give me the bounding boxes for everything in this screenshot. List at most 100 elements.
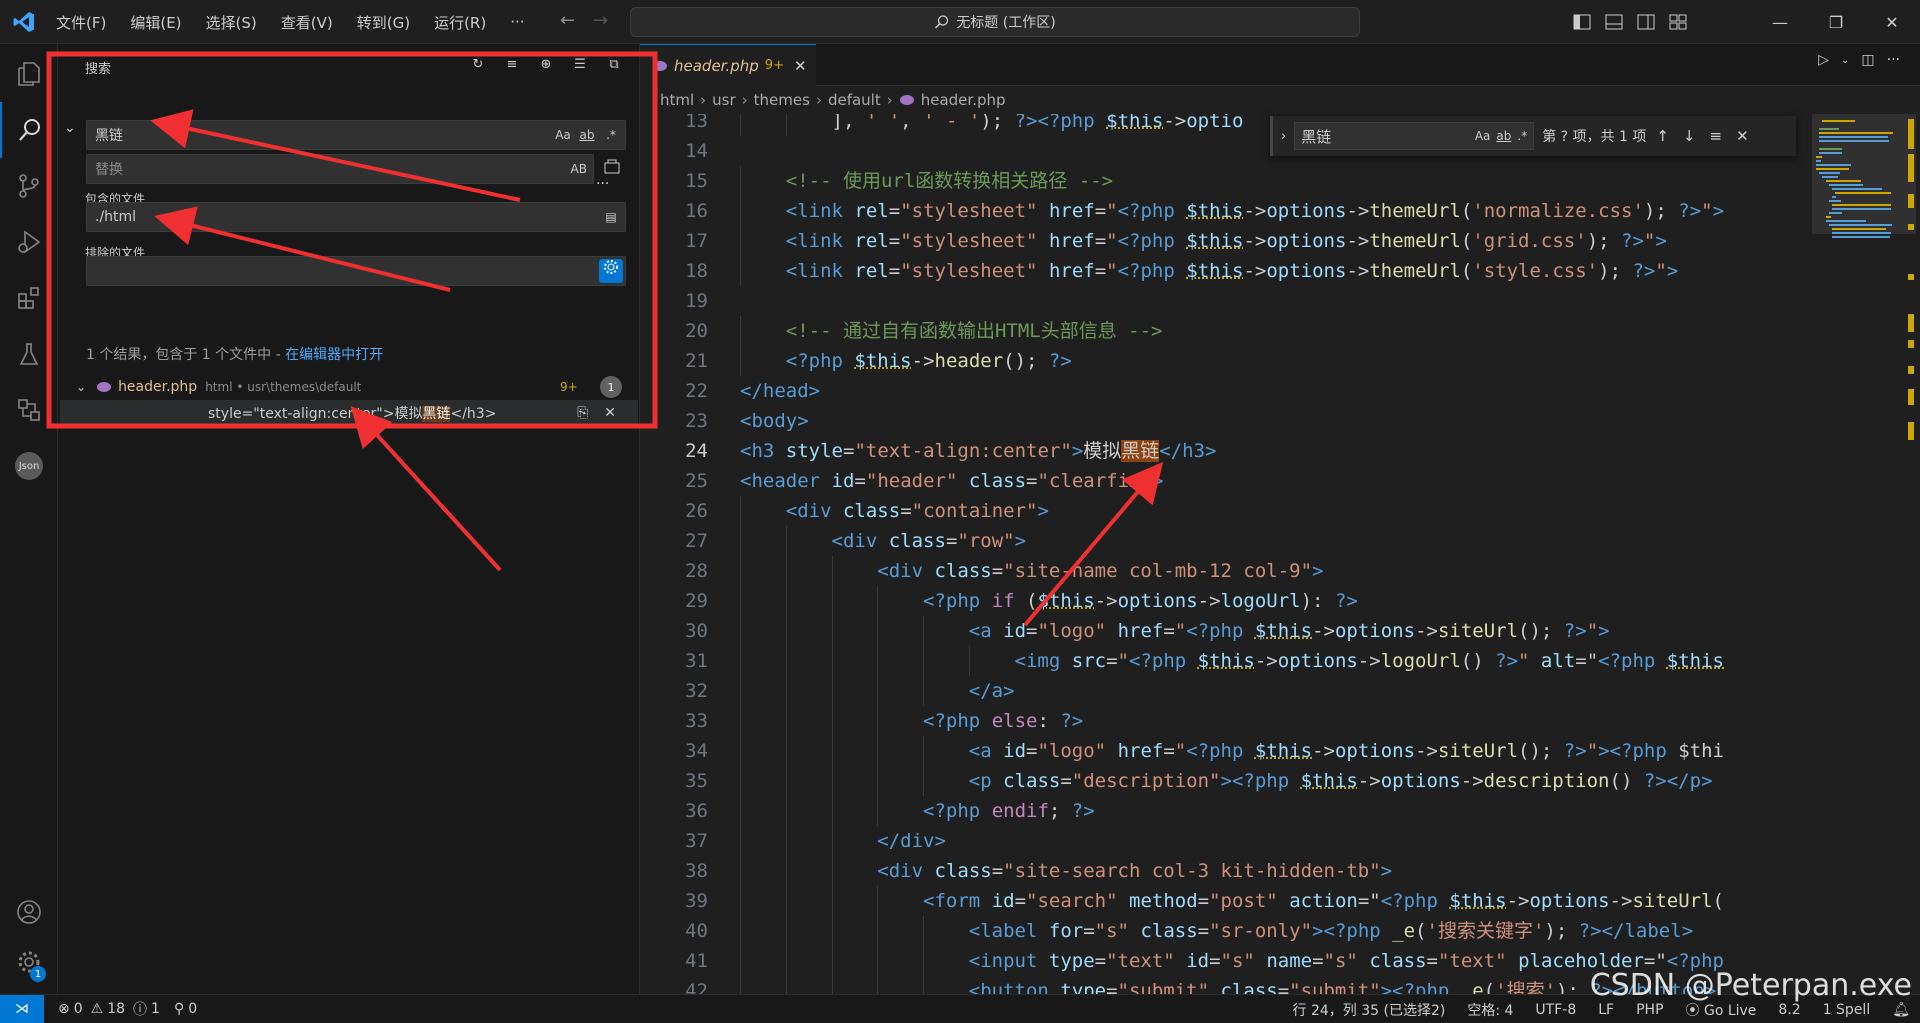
breadcrumb-item[interactable]: default bbox=[828, 91, 881, 109]
breadcrumb-item[interactable]: themes bbox=[754, 91, 810, 109]
find-input[interactable]: 黑链 Aa ab .* bbox=[1294, 122, 1534, 150]
code-line[interactable]: 33 <?php else: ?> bbox=[640, 706, 1810, 736]
use-exclude-settings-icon[interactable] bbox=[599, 259, 623, 283]
replace-input[interactable]: 替换 AB bbox=[86, 154, 594, 184]
code-line[interactable]: 40 <label for="s" class="sr-only"><?php … bbox=[640, 916, 1810, 946]
view-as-tree-icon[interactable]: ☰ bbox=[570, 54, 590, 74]
menu-item-1[interactable]: 编辑(E) bbox=[128, 8, 183, 37]
code-line[interactable]: 38 <div class="site-search col-3 kit-hid… bbox=[640, 856, 1810, 886]
menu-item-0[interactable]: 文件(F) bbox=[54, 8, 108, 37]
code-line[interactable]: 37 </div> bbox=[640, 826, 1810, 856]
menu-item-3[interactable]: 查看(V) bbox=[279, 8, 335, 37]
regex-toggle[interactable]: .* bbox=[603, 128, 619, 142]
code-line[interactable]: 15 <!-- 使用url函数转换相关路径 --> bbox=[640, 166, 1810, 196]
code-line[interactable]: 39 <form id="search" method="post" actio… bbox=[640, 886, 1810, 916]
breadcrumb-item[interactable]: html bbox=[660, 91, 694, 109]
code-line[interactable]: 18 <link rel="stylesheet" href="<?php $t… bbox=[640, 256, 1810, 286]
command-center[interactable]: 无标题 (工作区) bbox=[630, 7, 1360, 37]
close-tab-icon[interactable]: ✕ bbox=[794, 57, 807, 75]
search-input[interactable]: 黑链 Aa ab .* bbox=[86, 120, 626, 150]
remote-explorer-icon[interactable] bbox=[0, 382, 58, 438]
customize-layout-icon[interactable] bbox=[1664, 8, 1692, 36]
code-line[interactable]: 19 bbox=[640, 286, 1810, 316]
minimize-button[interactable]: — bbox=[1752, 0, 1808, 44]
maximize-button[interactable]: ❐ bbox=[1808, 0, 1864, 44]
toggle-panel-icon[interactable] bbox=[1600, 8, 1628, 36]
minimap[interactable] bbox=[1812, 114, 1920, 994]
more-options-icon[interactable]: ··· bbox=[596, 176, 609, 192]
end-of-line[interactable]: LF bbox=[1598, 1002, 1614, 1018]
language-mode[interactable]: PHP bbox=[1636, 1002, 1663, 1018]
code-line[interactable]: 31 <img src="<?php $this->options->logoU… bbox=[640, 646, 1810, 676]
overview-ruler[interactable] bbox=[1906, 114, 1918, 994]
tab-header-php[interactable]: header.php 9+ ✕ bbox=[640, 44, 816, 86]
json-icon[interactable]: Json bbox=[0, 438, 58, 494]
run-debug-icon[interactable] bbox=[0, 214, 58, 270]
result-match-row[interactable]: style="text-align:center">模拟黑链</h3> ⎘ ✕ bbox=[60, 400, 638, 426]
toggle-primary-sidebar-icon[interactable] bbox=[1568, 8, 1596, 36]
code-line[interactable]: 25 <header id="header" class="clearfix"> bbox=[640, 466, 1810, 496]
code-line[interactable]: 34 <a id="logo" href="<?php $this->optio… bbox=[640, 736, 1810, 766]
find-in-selection-icon[interactable]: ≡ bbox=[1710, 127, 1723, 145]
dismiss-match-icon[interactable]: ✕ bbox=[604, 405, 616, 421]
source-control-icon[interactable] bbox=[0, 158, 58, 214]
code-line[interactable]: 20 <!-- 通过自有函数输出HTML头部信息 --> bbox=[640, 316, 1810, 346]
chevron-down-icon[interactable]: ⌄ bbox=[76, 380, 86, 394]
problems-indicator[interactable]: ⊗ 0 ⚠ 18 ⓘ 1 bbox=[58, 999, 160, 1019]
code-line[interactable]: 35 <p class="description"><?php $this->o… bbox=[640, 766, 1810, 796]
include-files-input[interactable]: ./html ▤ bbox=[86, 202, 626, 232]
code-line[interactable]: 29 <?php if ($this->options->logoUrl): ?… bbox=[640, 586, 1810, 616]
menu-item-5[interactable]: 运行(R) bbox=[432, 8, 488, 37]
replace-all-icon[interactable] bbox=[602, 156, 622, 176]
replace-match-icon[interactable]: ⎘ bbox=[577, 405, 588, 421]
breadcrumb-item[interactable]: header.php bbox=[921, 91, 1006, 109]
code-line[interactable]: 36 <?php endif; ?> bbox=[640, 796, 1810, 826]
match-word-toggle[interactable]: ab bbox=[579, 128, 595, 142]
code-line[interactable]: 23 <body> bbox=[640, 406, 1810, 436]
code-editor[interactable]: 13 ], ' ', ' - '); ?><?php $this->optio 1… bbox=[640, 114, 1810, 994]
close-find-icon[interactable]: ✕ bbox=[1736, 127, 1749, 145]
search-icon[interactable] bbox=[0, 102, 58, 158]
open-in-editor-link[interactable]: 在编辑器中打开 bbox=[285, 347, 383, 363]
ports-indicator[interactable]: ⚲ 0 bbox=[174, 1001, 197, 1017]
code-line[interactable]: 16 <link rel="stylesheet" href="<?php $t… bbox=[640, 196, 1810, 226]
previous-match-icon[interactable]: ↑ bbox=[1656, 127, 1669, 145]
menu-item-2[interactable]: 选择(S) bbox=[204, 8, 259, 37]
new-search-editor-icon[interactable]: ⊕ bbox=[536, 54, 556, 74]
spell-check-indicator[interactable]: 1 Spell bbox=[1823, 1002, 1871, 1018]
encoding[interactable]: UTF-8 bbox=[1535, 1002, 1576, 1018]
forward-arrow-icon[interactable]: → bbox=[593, 10, 608, 31]
menu-item-4[interactable]: 转到(G) bbox=[355, 8, 412, 37]
toggle-replace-chevron-icon[interactable]: ⌄ bbox=[64, 120, 76, 136]
menu-item-6[interactable]: ··· bbox=[508, 9, 526, 35]
notifications-bell-icon[interactable]: 🔔︎ bbox=[1892, 1002, 1910, 1018]
split-editor-icon[interactable]: ◫ bbox=[1861, 52, 1874, 68]
account-icon[interactable] bbox=[0, 884, 58, 940]
toggle-replace-icon[interactable]: › bbox=[1281, 129, 1286, 144]
open-editors-only-icon[interactable]: ▤ bbox=[603, 210, 619, 224]
explorer-icon[interactable] bbox=[0, 46, 58, 102]
find-match-word-toggle[interactable]: ab bbox=[1496, 129, 1511, 143]
more-actions-icon[interactable]: ··· bbox=[1887, 52, 1900, 68]
next-match-icon[interactable]: ↓ bbox=[1683, 127, 1696, 145]
indentation[interactable]: 空格: 4 bbox=[1467, 1000, 1513, 1020]
code-line[interactable]: 17 <link rel="stylesheet" href="<?php $t… bbox=[640, 226, 1810, 256]
refresh-icon[interactable]: ↻ bbox=[468, 54, 488, 74]
result-file-row[interactable]: ⌄ header.php html • usr\themes\default 9… bbox=[58, 374, 640, 400]
code-line[interactable]: 21 <?php $this->header(); ?> bbox=[640, 346, 1810, 376]
run-icon[interactable]: ▷ bbox=[1818, 52, 1829, 68]
back-arrow-icon[interactable]: ← bbox=[560, 10, 575, 31]
breadcrumb-item[interactable]: usr bbox=[712, 91, 736, 109]
extensions-icon[interactable] bbox=[0, 270, 58, 326]
exclude-files-input[interactable] bbox=[86, 256, 626, 286]
code-line[interactable]: 22 </head> bbox=[640, 376, 1810, 406]
testing-icon[interactable] bbox=[0, 326, 58, 382]
collapse-all-icon[interactable]: ⧉ bbox=[604, 54, 624, 74]
remote-indicator-icon[interactable]: ⋊ bbox=[0, 995, 44, 1023]
code-line[interactable]: 30 <a id="logo" href="<?php $this->optio… bbox=[640, 616, 1810, 646]
code-line[interactable]: 24 <h3 style="text-align:center">模拟黑链</h3… bbox=[640, 436, 1810, 466]
clear-results-icon[interactable]: ≡ bbox=[502, 54, 522, 74]
cursor-position[interactable]: 行 24，列 35 (已选择2) bbox=[1293, 1000, 1446, 1020]
code-line[interactable]: 32 </a> bbox=[640, 676, 1810, 706]
match-case-toggle[interactable]: Aa bbox=[555, 128, 571, 142]
